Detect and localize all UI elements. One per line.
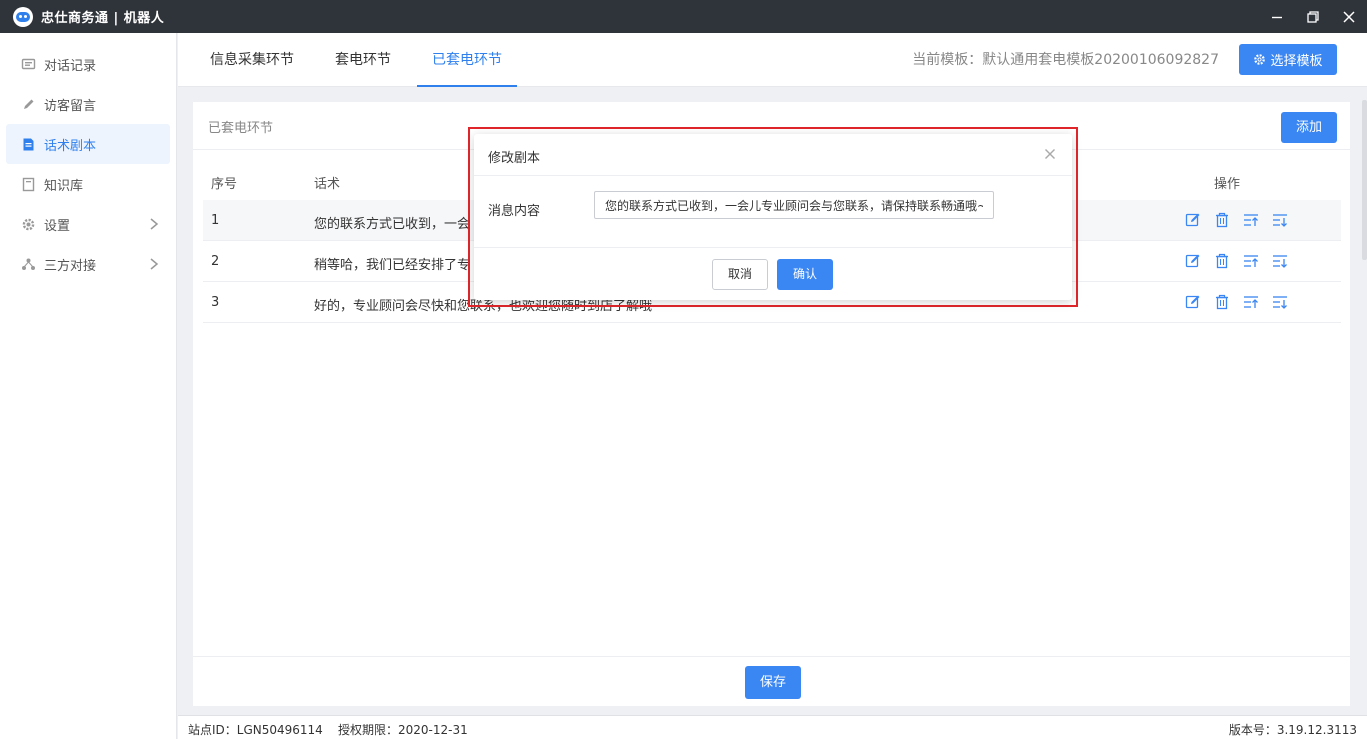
edit-button[interactable] xyxy=(1185,294,1214,310)
column-header-text: 话术 xyxy=(314,177,341,192)
sidebar-item-label: 访客留言 xyxy=(44,98,97,114)
move-down-button[interactable] xyxy=(1272,212,1301,228)
minimize-icon xyxy=(1272,16,1282,18)
column-header-no: 序号 xyxy=(211,177,238,192)
edit-script-dialog: 修改剧本 消息内容 取消 确认 xyxy=(474,134,1072,300)
move-down-icon xyxy=(1273,214,1287,227)
gear-icon xyxy=(21,217,36,232)
title-bar: 忠仕商务通 | 机器人 xyxy=(0,0,1367,33)
tab-info-collection[interactable]: 信息采集环节 xyxy=(209,33,295,87)
sidebar-item-knowledge-base[interactable]: 知识库 xyxy=(6,164,170,204)
delete-button[interactable] xyxy=(1214,294,1243,310)
row-actions xyxy=(1185,294,1301,310)
header-bar: 信息采集环节 套电环节 已套电环节 当前模板：默认通用套电模板202001060… xyxy=(178,33,1367,87)
row-no: 3 xyxy=(211,295,220,310)
sidebar-item-script[interactable]: 话术剧本 xyxy=(6,124,170,164)
site-id-text: 站点ID：LGN50496114 xyxy=(188,723,323,737)
row-no: 2 xyxy=(211,254,220,269)
restore-button[interactable] xyxy=(1295,0,1331,33)
sidebar-item-chat-record[interactable]: 对话记录 xyxy=(6,44,170,84)
dialog-body: 消息内容 xyxy=(474,176,1072,248)
script-icon xyxy=(21,137,36,152)
status-bar: 站点ID：LGN50496114 授权期限：2020-12-31 版本号：3.1… xyxy=(178,715,1367,739)
sidebar-item-visitor-message[interactable]: 访客留言 xyxy=(6,84,170,124)
row-actions xyxy=(1185,253,1301,269)
book-icon xyxy=(21,177,36,192)
sidebar: 对话记录 访客留言 话术剧本 知识库 设置 三方对接 xyxy=(0,33,177,739)
close-icon xyxy=(1343,10,1355,23)
add-button[interactable]: 添加 xyxy=(1281,112,1337,143)
save-button[interactable]: 保存 xyxy=(745,666,801,699)
row-text: 您的联系方式已收到，一会 xyxy=(314,217,471,232)
move-down-button[interactable] xyxy=(1272,294,1301,310)
column-header-ops: 操作 xyxy=(1214,177,1241,192)
connect-icon xyxy=(21,257,36,272)
trash-icon xyxy=(1216,253,1228,269)
edit-icon xyxy=(1185,213,1200,227)
delete-button[interactable] xyxy=(1214,253,1243,269)
window-controls xyxy=(1259,0,1367,33)
message-content-input[interactable] xyxy=(594,191,994,219)
chevron-right-icon xyxy=(150,218,159,230)
gear-icon xyxy=(1254,54,1266,65)
sidebar-item-third-party[interactable]: 三方对接 xyxy=(6,244,170,284)
tab-captured[interactable]: 已套电环节 xyxy=(417,33,517,87)
restore-icon xyxy=(1307,10,1319,23)
sidebar-item-label: 知识库 xyxy=(44,178,84,194)
license-text: 授权期限：2020-12-31 xyxy=(338,723,468,737)
dialog-footer: 取消 确认 xyxy=(474,248,1072,300)
sidebar-item-label: 三方对接 xyxy=(44,258,97,274)
edit-button[interactable] xyxy=(1185,212,1214,228)
minimize-button[interactable] xyxy=(1259,0,1295,33)
card-title: 已套电环节 xyxy=(208,121,274,136)
move-up-button[interactable] xyxy=(1243,294,1272,310)
move-down-icon xyxy=(1273,296,1287,309)
close-window-button[interactable] xyxy=(1331,0,1367,33)
move-down-button[interactable] xyxy=(1272,253,1301,269)
edit-button[interactable] xyxy=(1185,253,1214,269)
confirm-button[interactable]: 确认 xyxy=(777,259,833,290)
cancel-button[interactable]: 取消 xyxy=(712,259,768,290)
row-no: 1 xyxy=(211,213,220,228)
dialog-title: 修改剧本 xyxy=(488,151,541,166)
message-content-label: 消息内容 xyxy=(488,204,541,219)
move-up-button[interactable] xyxy=(1243,253,1272,269)
move-up-icon xyxy=(1244,296,1258,308)
dialog-header: 修改剧本 xyxy=(474,134,1072,176)
current-template-text: 当前模板：默认通用套电模板20200106092827 xyxy=(912,52,1219,68)
close-icon[interactable] xyxy=(1044,148,1056,160)
card-footer: 保存 xyxy=(193,656,1350,706)
move-up-button[interactable] xyxy=(1243,212,1272,228)
edit-icon xyxy=(1185,254,1200,268)
sidebar-item-label: 设置 xyxy=(44,218,71,234)
version-text: 版本号：3.19.12.3113 xyxy=(1228,723,1357,737)
trash-icon xyxy=(1216,294,1228,310)
move-up-icon xyxy=(1244,214,1258,226)
move-down-icon xyxy=(1273,255,1287,268)
vertical-scrollbar[interactable] xyxy=(1362,100,1367,260)
move-up-icon xyxy=(1244,255,1258,267)
edit-icon xyxy=(1185,295,1200,309)
app-logo-icon xyxy=(13,6,33,27)
tab-contact-capture[interactable]: 套电环节 xyxy=(334,33,392,87)
choose-template-button[interactable]: 选择模板 xyxy=(1239,44,1337,75)
pencil-icon xyxy=(21,97,36,112)
app-title: 忠仕商务通 | 机器人 xyxy=(41,11,165,26)
chat-record-icon xyxy=(21,57,36,72)
sidebar-item-label: 话术剧本 xyxy=(44,138,97,154)
sidebar-item-settings[interactable]: 设置 xyxy=(6,204,170,244)
trash-icon xyxy=(1216,212,1228,228)
delete-button[interactable] xyxy=(1214,212,1243,228)
choose-template-label: 选择模板 xyxy=(1270,54,1323,69)
row-text: 稍等哈，我们已经安排了专 xyxy=(314,258,471,273)
chevron-right-icon xyxy=(150,258,159,270)
sidebar-item-label: 对话记录 xyxy=(44,58,97,74)
row-actions xyxy=(1185,212,1301,228)
